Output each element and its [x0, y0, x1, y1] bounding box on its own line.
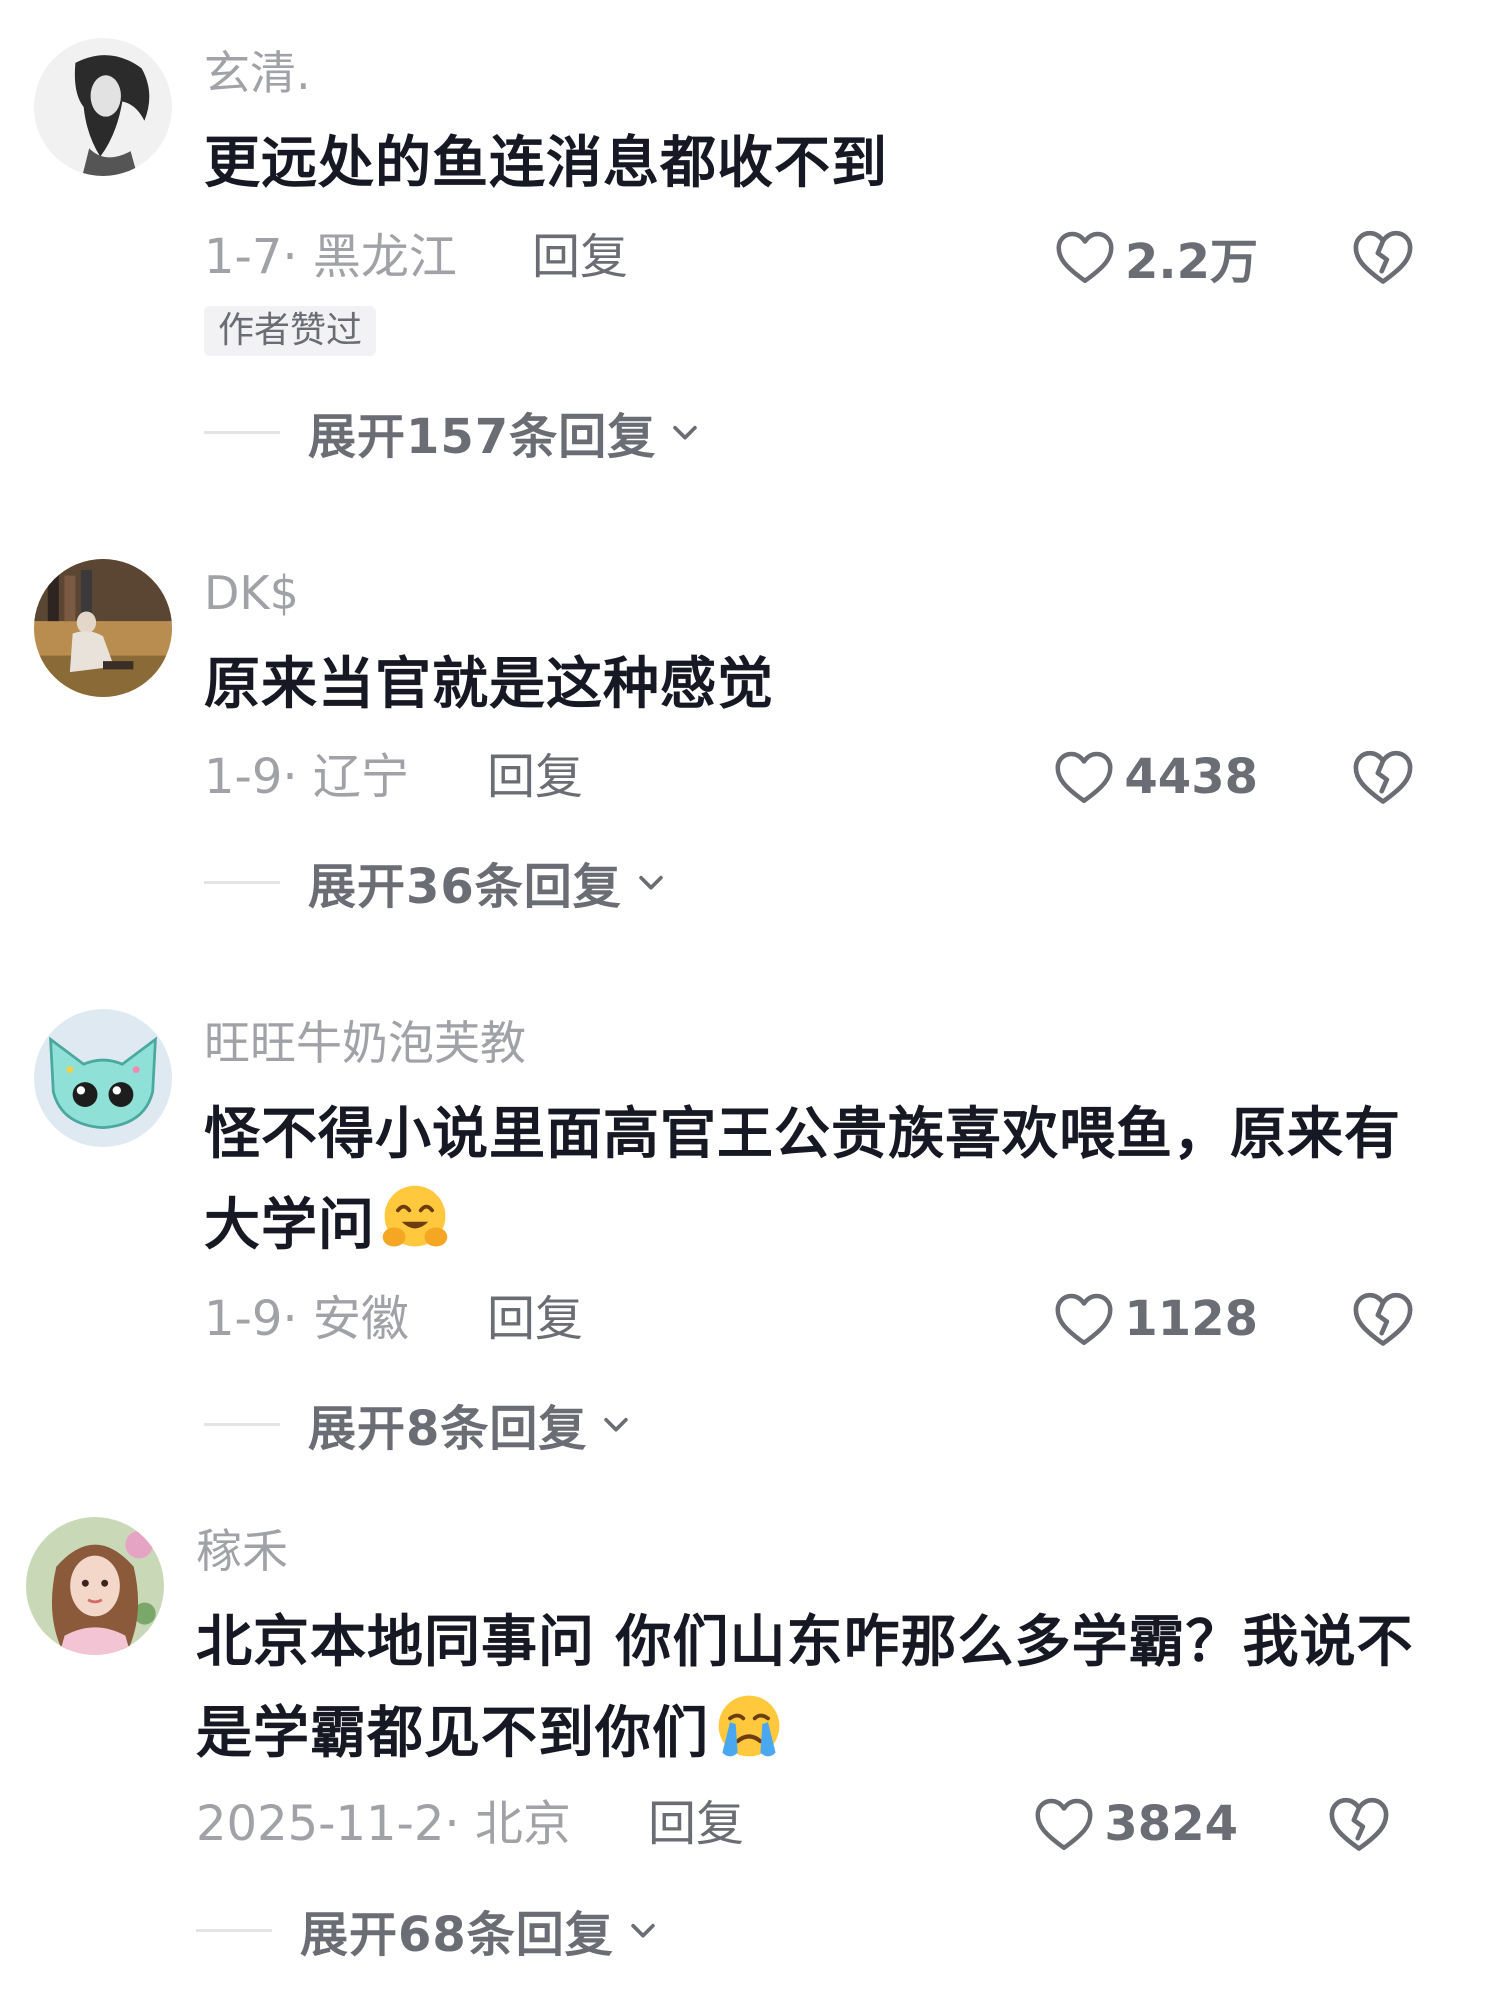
chevron-down-icon	[673, 425, 697, 440]
chevron-down-icon	[631, 1923, 655, 1938]
dislike-button[interactable]	[1328, 1793, 1390, 1855]
comment-date-location: 1-7· 黑龙江	[204, 229, 457, 285]
divider	[204, 1422, 280, 1426]
like-button[interactable]: 1128	[1054, 1289, 1258, 1349]
like-count: 2.2万	[1124, 234, 1258, 290]
expand-replies-label: 展开36条回复	[308, 859, 622, 915]
dislike-button[interactable]	[1352, 746, 1414, 808]
divider	[196, 1928, 272, 1932]
reply-button[interactable]: 回复	[532, 227, 628, 287]
hugging-face-emoji	[382, 1185, 448, 1247]
reply-button[interactable]: 回复	[648, 1794, 744, 1854]
comment-date-location: 1-9· 安徽	[204, 1291, 409, 1347]
avatar[interactable]	[26, 1517, 164, 1655]
like-count: 4438	[1124, 749, 1258, 805]
expand-replies-label: 展开68条回复	[300, 1907, 614, 1963]
heart-outline-icon	[1055, 751, 1113, 803]
like-button[interactable]: 4438	[1054, 747, 1258, 807]
heart-outline-icon	[1035, 1798, 1093, 1850]
author-liked-badge: 作者赞过	[204, 306, 377, 356]
expand-replies-button[interactable]: 展开157条回复	[204, 402, 702, 465]
expand-replies-label: 展开157条回复	[308, 409, 657, 465]
username[interactable]: 稼禾	[196, 1523, 288, 1579]
crying-face-emoji	[718, 1695, 780, 1757]
like-button[interactable]: 2.2万	[1055, 227, 1258, 290]
comment-text: 原来当官就是这种感觉	[204, 652, 774, 717]
like-count: 1128	[1124, 1291, 1258, 1347]
username[interactable]: 玄清.	[204, 45, 311, 101]
avatar[interactable]	[34, 1009, 172, 1147]
dislike-button[interactable]	[1352, 226, 1414, 288]
comment-text: 北京本地同事问 你们山东咋那么多学霸？我说不是学霸都见不到你们	[196, 1598, 1426, 1779]
like-button[interactable]: 3824	[1034, 1794, 1238, 1854]
broken-heart-icon	[1353, 750, 1413, 804]
comment-text: 怪不得小说里面高官王公贵族喜欢喂鱼，原来有大学问	[204, 1090, 1434, 1271]
broken-heart-icon	[1353, 230, 1413, 284]
comment-text-content: 北京本地同事问 你们山东咋那么多学霸？我说不是学霸都见不到你们	[196, 1610, 1414, 1766]
dislike-button[interactable]	[1352, 1288, 1414, 1350]
chevron-down-icon	[639, 875, 663, 890]
broken-heart-icon	[1329, 1797, 1389, 1851]
username[interactable]: DK$	[204, 565, 299, 621]
heart-outline-icon	[1056, 231, 1114, 283]
avatar[interactable]	[34, 559, 172, 697]
expand-replies-label: 展开8条回复	[308, 1401, 588, 1457]
username[interactable]: 旺旺牛奶泡芙教	[204, 1015, 526, 1071]
divider	[204, 880, 280, 884]
expand-replies-button[interactable]: 展开68条回复	[196, 1900, 660, 1963]
heart-outline-icon	[1055, 1293, 1113, 1345]
expand-replies-button[interactable]: 展开8条回复	[204, 1394, 633, 1457]
comment-text: 更远处的鱼连消息都收不到	[204, 131, 888, 196]
comment-date-location: 2025-11-2· 北京	[196, 1796, 571, 1852]
reply-button[interactable]: 回复	[487, 747, 583, 807]
avatar[interactable]	[34, 38, 172, 176]
chevron-down-icon	[604, 1417, 629, 1432]
comment-date-location: 1-9· 辽宁	[204, 749, 409, 805]
divider	[204, 430, 280, 434]
reply-button[interactable]: 回复	[487, 1289, 583, 1349]
expand-replies-button[interactable]: 展开36条回复	[204, 852, 668, 915]
broken-heart-icon	[1353, 1292, 1413, 1346]
like-count: 3824	[1104, 1796, 1238, 1852]
